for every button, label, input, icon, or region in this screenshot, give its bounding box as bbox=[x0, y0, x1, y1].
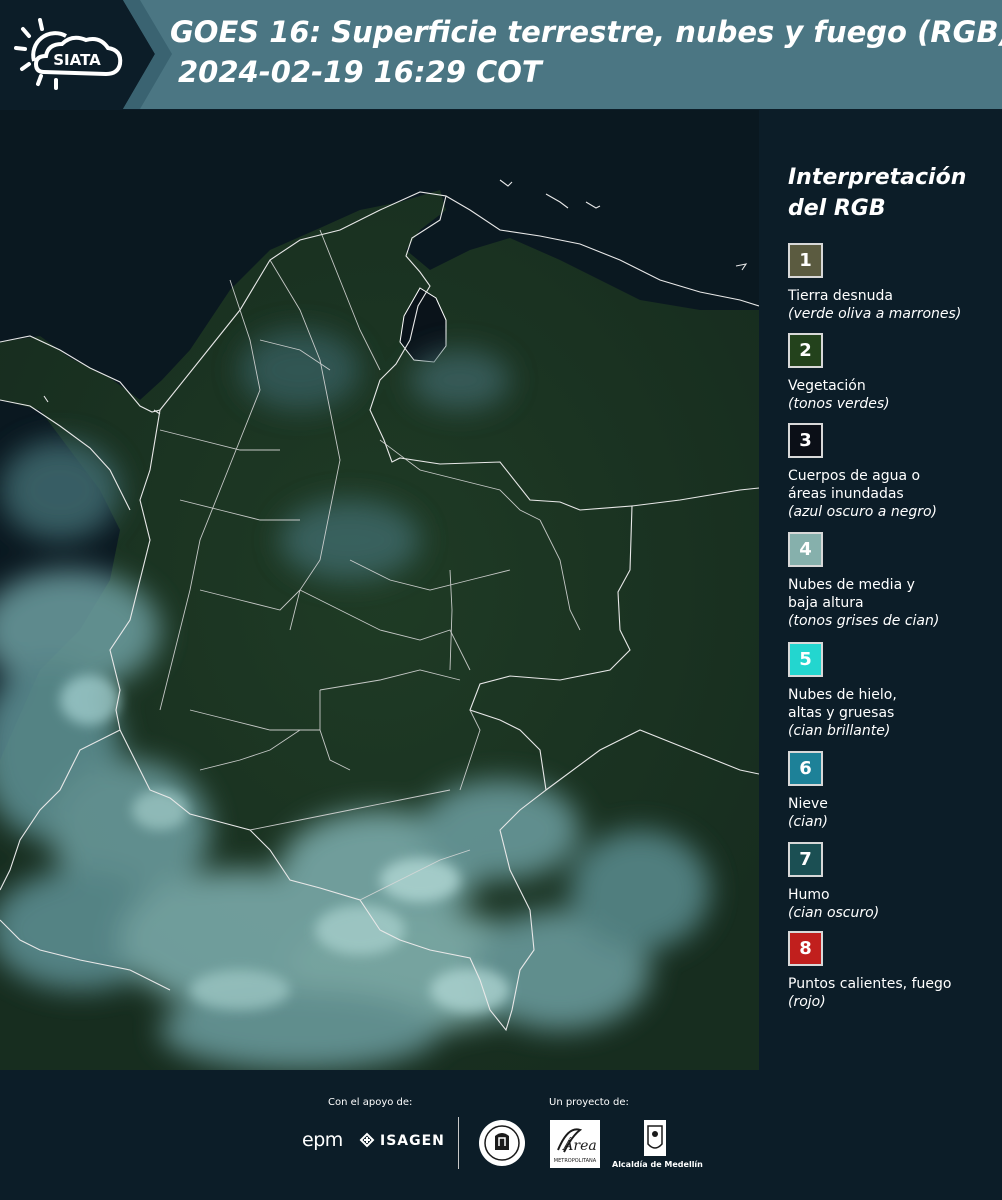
legend-item-ice-clouds: 5 Nubes de hielo, altas y gruesas (cian … bbox=[788, 642, 998, 740]
footer-divider bbox=[458, 1117, 459, 1169]
satellite-image[interactable] bbox=[0, 110, 759, 1070]
legend-item-desc: (tonos grises de cian) bbox=[788, 613, 940, 629]
page-title: GOES 16: Superficie terrestre, nubes y f… bbox=[170, 15, 1002, 49]
legend-item-desc: (azul oscuro a negro) bbox=[788, 504, 937, 520]
legend-item-low-clouds: 4 Nubes de media y baja altura (tonos gr… bbox=[788, 532, 998, 630]
footer: Con el apoyo de: Un proyecto de: epm ISA… bbox=[0, 1070, 1002, 1200]
legend-swatch: 4 bbox=[788, 532, 823, 567]
siata-logo: SIATA bbox=[14, 18, 123, 90]
legend-item-name: Nubes de hielo, altas y gruesas bbox=[788, 687, 897, 721]
legend-item-name: Nubes de media y baja altura bbox=[788, 577, 915, 611]
legend-item-fire: 8 Puntos calientes, fuego (rojo) bbox=[788, 931, 998, 1011]
legend-item-snow: 6 Nieve (cian) bbox=[788, 751, 998, 831]
legend-item-desc: (tonos verdes) bbox=[788, 396, 890, 412]
legend-swatch: 5 bbox=[788, 642, 823, 677]
legend-swatch: 1 bbox=[788, 243, 823, 278]
satellite-map[interactable] bbox=[0, 110, 759, 1070]
legend-item-desc: (cian brillante) bbox=[788, 723, 891, 739]
legend-item-name: Vegetación bbox=[788, 378, 866, 394]
legend-item-desc: (cian) bbox=[788, 814, 828, 830]
legend-swatch: 6 bbox=[788, 751, 823, 786]
isagen-icon bbox=[359, 1132, 375, 1148]
alcaldia-shield-icon bbox=[644, 1120, 666, 1156]
area-logo-text: Área bbox=[561, 1136, 596, 1154]
legend-panel: Interpretación del RGB 1 Tierra desnuda … bbox=[762, 110, 1002, 1070]
legend-title: Interpretación del RGB bbox=[788, 165, 967, 221]
support-label: Con el apoyo de: bbox=[328, 1097, 413, 1108]
legend-item-name: Nieve bbox=[788, 796, 828, 812]
legend-item-bare-soil: 1 Tierra desnuda (verde oliva a marrones… bbox=[788, 243, 998, 323]
legend-swatch: 2 bbox=[788, 333, 823, 368]
alcaldia-label: Alcaldía de Medellín bbox=[612, 1160, 703, 1169]
legend-item-desc: (cian oscuro) bbox=[788, 905, 880, 921]
isagen-logo: ISAGEN bbox=[380, 1133, 445, 1149]
legend-item-name: Humo bbox=[788, 887, 830, 903]
legend-swatch: 3 bbox=[788, 423, 823, 458]
legend-item-water: 3 Cuerpos de agua o áreas inundadas (azu… bbox=[788, 423, 998, 521]
area-metropolitana-logo: Área METROPOLITANA bbox=[550, 1120, 600, 1168]
legend-item-desc: (rojo) bbox=[788, 994, 826, 1010]
legend-item-vegetation: 2 Vegetación (tonos verdes) bbox=[788, 333, 998, 413]
header: SIATA GOES 16: Superficie terrestre, nub… bbox=[0, 0, 1002, 109]
legend-swatch: 8 bbox=[788, 931, 823, 966]
legend-item-desc: (verde oliva a marrones) bbox=[788, 306, 962, 322]
legend-item-smoke: 7 Humo (cian oscuro) bbox=[788, 842, 998, 922]
legend-item-name: Tierra desnuda bbox=[788, 288, 893, 304]
legend-swatch: 7 bbox=[788, 842, 823, 877]
legend-item-name: Cuerpos de agua o áreas inundadas bbox=[788, 468, 921, 502]
project-label: Un proyecto de: bbox=[549, 1097, 629, 1108]
legend-item-name: Puntos calientes, fuego bbox=[788, 976, 952, 992]
timestamp: 2024-02-19 16:29 COT bbox=[178, 55, 542, 89]
epm-logo: epm bbox=[302, 1129, 343, 1151]
university-seal-icon bbox=[479, 1120, 525, 1166]
area-logo-subtext: METROPOLITANA bbox=[554, 1158, 597, 1164]
siata-logo-text: SIATA bbox=[53, 51, 101, 69]
